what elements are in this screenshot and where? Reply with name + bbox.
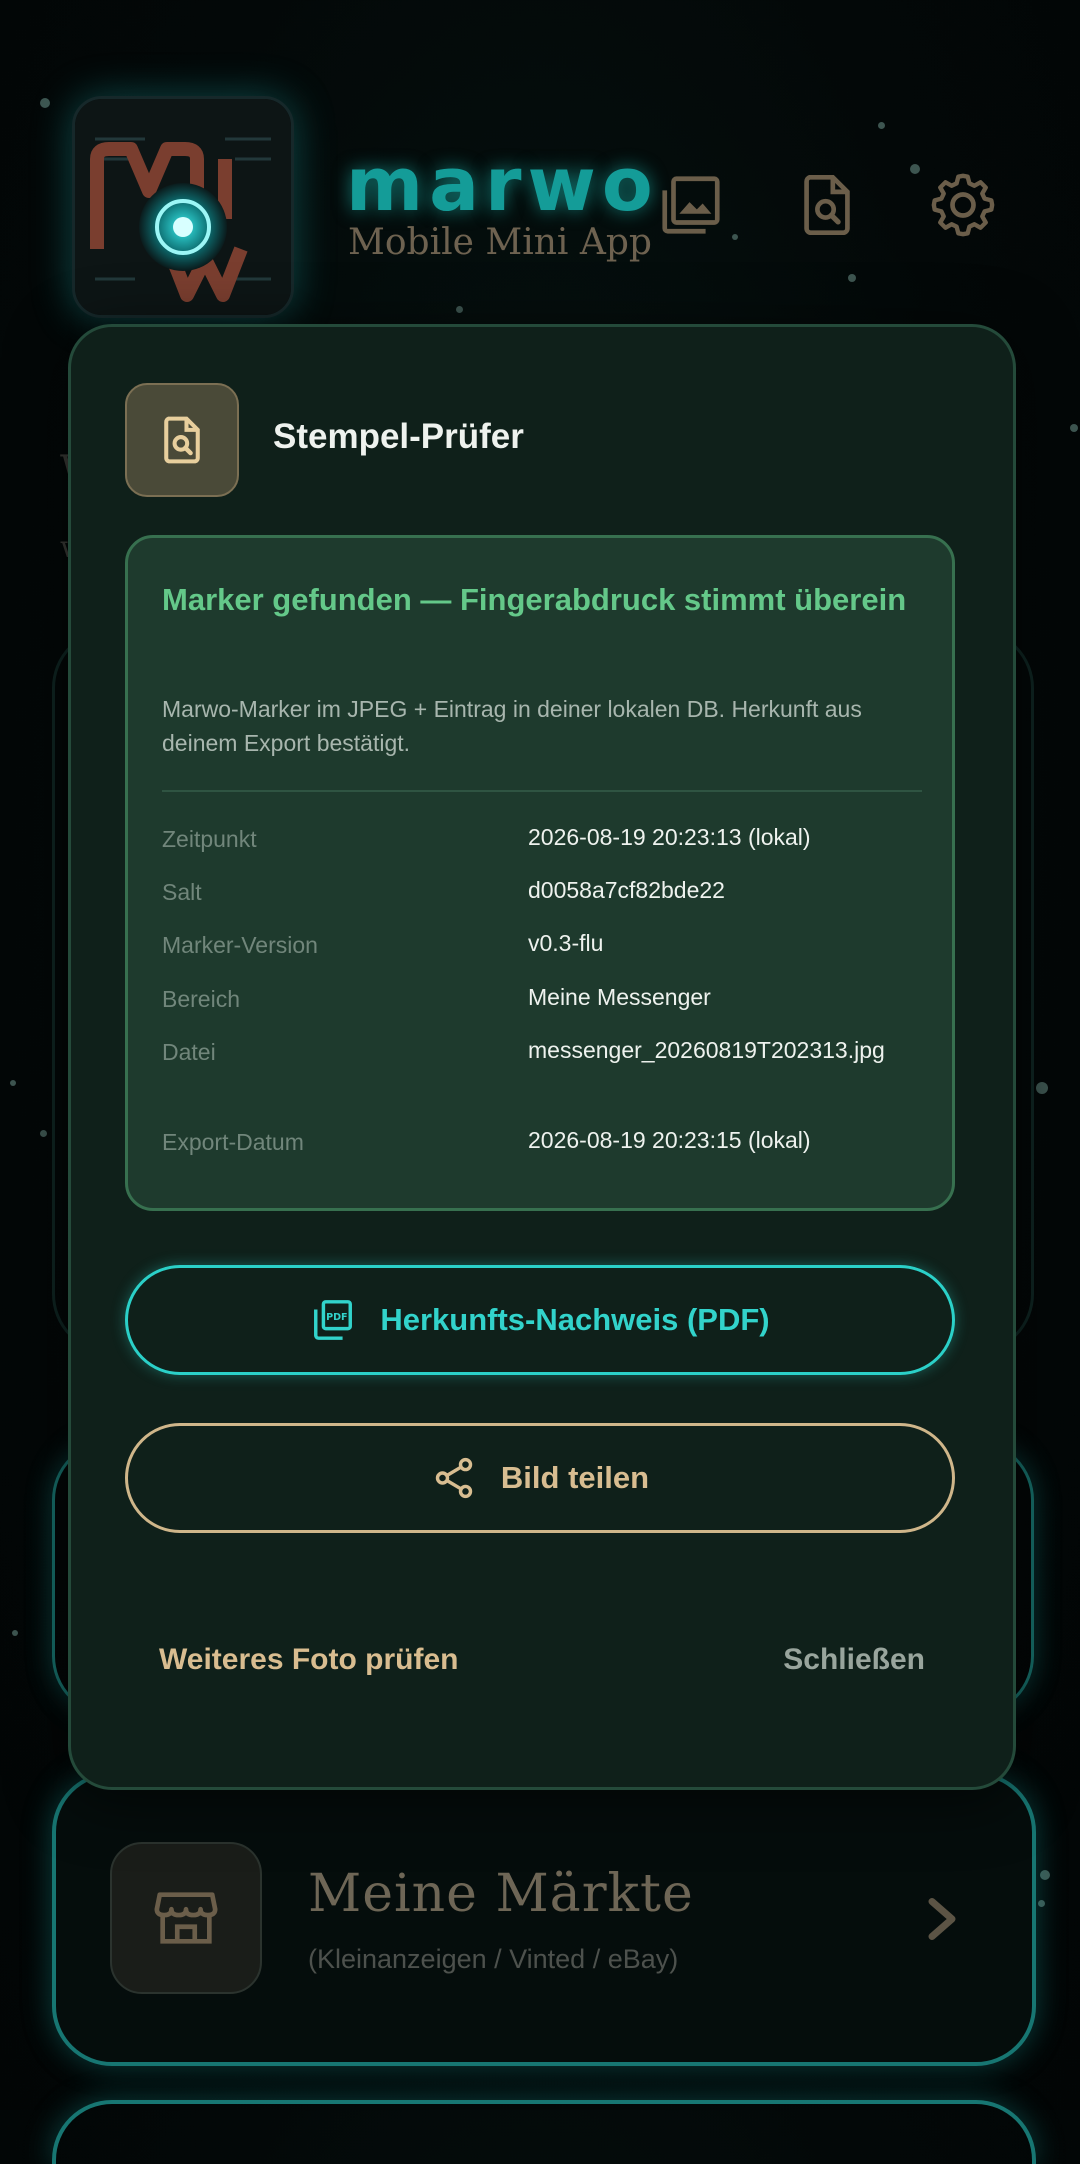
background-dot bbox=[1070, 424, 1078, 432]
stamp-check-icon bbox=[125, 383, 239, 497]
background-dot bbox=[1036, 1082, 1048, 1094]
verification-result: Marker gefunden — Fingerabdruck stimmt ü… bbox=[125, 535, 955, 1211]
svg-text:PDF: PDF bbox=[326, 1312, 348, 1323]
detail-key: Export-Datum bbox=[162, 1129, 304, 1155]
detail-value: 2026-08-19 20:23:15 (lokal) bbox=[528, 1127, 811, 1153]
check-another-photo-button[interactable]: Weiteres Foto prüfen bbox=[159, 1643, 458, 1677]
detail-value: Meine Messenger bbox=[528, 984, 711, 1010]
detail-key: Bereich bbox=[162, 986, 240, 1012]
background-dot bbox=[12, 1630, 18, 1636]
detail-key: Salt bbox=[162, 879, 202, 905]
markets-subtitle: (Kleinanzeigen / Vinted / eBay) bbox=[308, 1944, 679, 1974]
store-icon bbox=[110, 1842, 262, 1994]
detail-value: v0.3-flu bbox=[528, 930, 604, 956]
background-dot bbox=[10, 1080, 16, 1086]
gear-icon[interactable] bbox=[928, 170, 998, 240]
share-image-label: Bild teilen bbox=[500, 1460, 650, 1495]
detail-key: Zeitpunkt bbox=[162, 826, 257, 852]
detail-key: Marker-Version bbox=[162, 932, 318, 958]
gallery-icon[interactable] bbox=[656, 170, 726, 240]
app-logo bbox=[72, 96, 294, 318]
share-image-button[interactable]: Bild teilen bbox=[125, 1423, 955, 1533]
background-dot bbox=[40, 1130, 47, 1137]
stamp-check-icon[interactable] bbox=[792, 170, 862, 240]
background-dot bbox=[1040, 1870, 1050, 1880]
logo-emblem-icon bbox=[75, 99, 291, 315]
detail-value: messenger_20260819T202313.jpg bbox=[528, 1037, 885, 1063]
background-dot bbox=[456, 306, 463, 313]
stamp-checker-dialog: Stempel-Prüfer Marker gefunden — Fingera… bbox=[68, 324, 1016, 1790]
brand-title: marwo bbox=[346, 142, 659, 228]
background-dot bbox=[1038, 1900, 1045, 1907]
background-dot bbox=[848, 274, 856, 282]
divider bbox=[162, 790, 922, 792]
background-dot bbox=[878, 122, 885, 129]
background-dot bbox=[732, 234, 738, 240]
share-icon bbox=[435, 1457, 473, 1499]
brand-subtitle: Mobile Mini App bbox=[348, 222, 652, 263]
detail-key: Datei bbox=[162, 1039, 216, 1065]
result-headline: Marker gefunden — Fingerabdruck stimmt ü… bbox=[162, 582, 907, 617]
detail-value: d0058a7cf82bde22 bbox=[528, 877, 725, 903]
close-button[interactable]: Schließen bbox=[783, 1643, 925, 1677]
markets-card[interactable]: Meine Märkte (Kleinanzeigen / Vinted / e… bbox=[52, 1772, 1036, 2066]
chevron-right-icon bbox=[928, 1898, 956, 1940]
provenance-pdf-label: Herkunfts-Nachweis (PDF) bbox=[380, 1302, 770, 1337]
background-dot bbox=[40, 98, 50, 108]
markets-title: Meine Märkte bbox=[308, 1864, 694, 1924]
provenance-pdf-button[interactable]: PDF Herkunfts-Nachweis (PDF) bbox=[125, 1265, 955, 1375]
background-dot bbox=[910, 164, 920, 174]
pdf-icon: PDF bbox=[314, 1300, 353, 1340]
detail-value: 2026-08-19 20:23:13 (lokal) bbox=[528, 824, 811, 850]
result-description: Marwo-Marker im JPEG + Eintrag in deiner… bbox=[162, 696, 862, 756]
dialog-title: Stempel-Prüfer bbox=[273, 417, 524, 456]
